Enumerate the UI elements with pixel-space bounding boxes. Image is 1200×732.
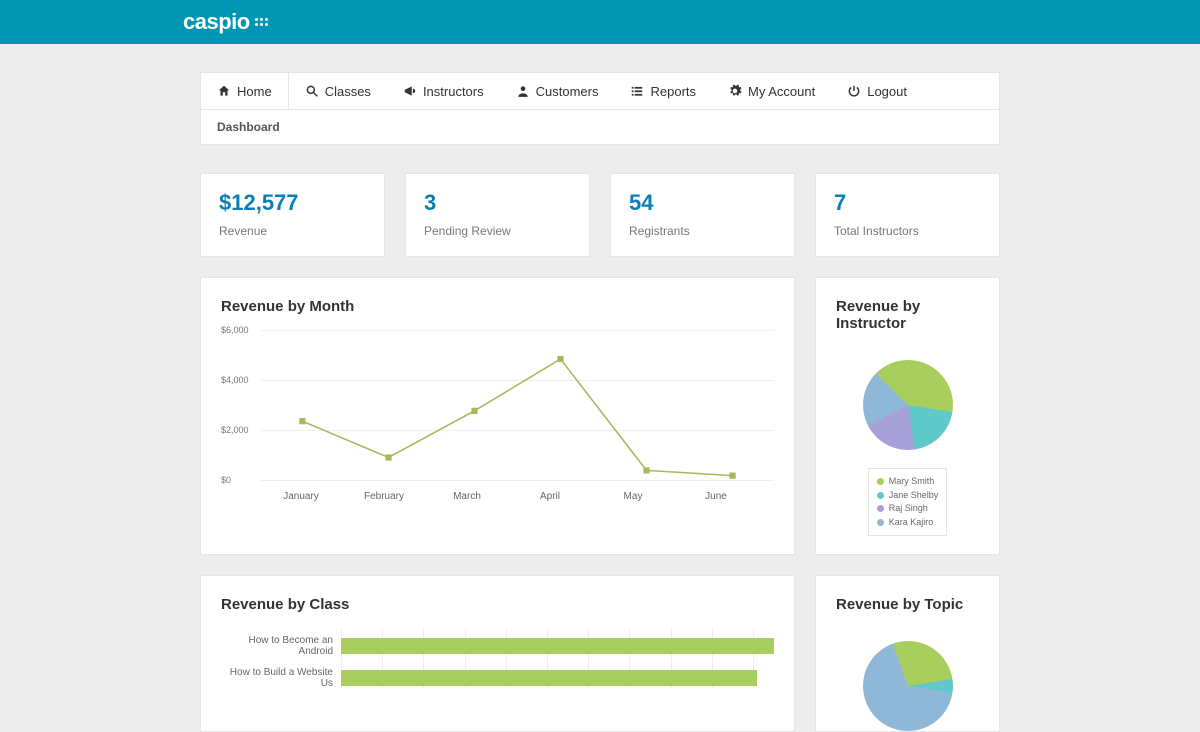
- panel-revenue-by-month: Revenue by Month $0 $2,000 $4,000 $6,000 Jan…: [200, 277, 795, 555]
- swatch-icon: [877, 505, 884, 512]
- bar-fill: [341, 638, 774, 654]
- legend-item: Jane Shelby: [877, 489, 939, 503]
- panel-title: Revenue by Class: [221, 596, 774, 613]
- search-icon: [305, 84, 319, 98]
- bar-track: [341, 670, 774, 686]
- tab-logout[interactable]: Logout: [831, 73, 923, 109]
- stats-row: $12,577 Revenue 3 Pending Review 54 Registran…: [200, 173, 1000, 257]
- stat-card: 54 Registrants: [610, 173, 795, 257]
- panel-title: Revenue by Instructor: [836, 298, 979, 332]
- stat-label: Revenue: [219, 224, 366, 238]
- panel-revenue-by-instructor: Revenue by Instructor Mary SmithJane She…: [815, 277, 1000, 555]
- tab-label: Instructors: [423, 84, 484, 99]
- brand-dots-icon: [254, 17, 270, 27]
- tab-label: Classes: [325, 84, 371, 99]
- stat-card: 3 Pending Review: [405, 173, 590, 257]
- app-header: caspio: [0, 0, 1200, 44]
- tab-label: Reports: [650, 84, 696, 99]
- home-icon: [217, 84, 231, 98]
- y-tick-label: $0: [221, 475, 231, 485]
- tab-reports[interactable]: Reports: [614, 73, 712, 109]
- tab-home[interactable]: Home: [200, 72, 289, 109]
- swatch-icon: [877, 492, 884, 499]
- person-icon: [516, 84, 530, 98]
- x-tick-label: January: [283, 491, 319, 502]
- pie-chart: [863, 360, 953, 450]
- x-tick-label: March: [453, 491, 481, 502]
- stat-value: 7: [834, 190, 981, 216]
- list-icon: [630, 84, 644, 98]
- tab-label: Logout: [867, 84, 907, 99]
- tab-my-account[interactable]: My Account: [712, 73, 831, 109]
- stat-card: $12,577 Revenue: [200, 173, 385, 257]
- gear-icon: [728, 84, 742, 98]
- stat-label: Pending Review: [424, 224, 571, 238]
- bar-row: How to Become an Android: [221, 635, 774, 657]
- panel-revenue-by-topic: Revenue by Topic: [815, 575, 1000, 732]
- x-tick-label: February: [364, 491, 404, 502]
- bar-chart: How to Become an Android How to Build a W…: [221, 635, 774, 689]
- line-chart: $0 $2,000 $4,000 $6,000 January February March…: [221, 327, 774, 502]
- brand-logo: caspio: [183, 9, 270, 35]
- stat-label: Registrants: [629, 224, 776, 238]
- stat-label: Total Instructors: [834, 224, 981, 238]
- bar-label: How to Build a Website Us: [221, 667, 341, 689]
- legend-item: Mary Smith: [877, 475, 939, 489]
- power-icon: [847, 84, 861, 98]
- pie-chart: [863, 641, 953, 731]
- stat-value: 3: [424, 190, 571, 216]
- panel-title: Revenue by Topic: [836, 596, 979, 613]
- tab-label: Home: [237, 84, 272, 99]
- breadcrumb: Dashboard: [200, 110, 1000, 145]
- y-tick-label: $6,000: [221, 325, 249, 335]
- legend-label: Raj Singh: [889, 502, 928, 516]
- legend-label: Kara Kajiro: [889, 516, 934, 530]
- brand-text: caspio: [183, 9, 250, 35]
- x-tick-label: April: [540, 491, 560, 502]
- y-tick-label: $4,000: [221, 375, 249, 385]
- swatch-icon: [877, 478, 884, 485]
- legend-item: Raj Singh: [877, 502, 939, 516]
- legend: Mary SmithJane ShelbyRaj SinghKara Kajir…: [868, 468, 948, 536]
- tab-label: My Account: [748, 84, 815, 99]
- stat-value: 54: [629, 190, 776, 216]
- legend-label: Mary Smith: [889, 475, 935, 489]
- y-tick-label: $2,000: [221, 425, 249, 435]
- bar-label: How to Become an Android: [221, 635, 341, 657]
- main-nav: Home Classes Instructors Customers Reports My…: [200, 72, 1000, 110]
- x-tick-label: May: [624, 491, 643, 502]
- megaphone-icon: [403, 84, 417, 98]
- legend-item: Kara Kajiro: [877, 516, 939, 530]
- bar-row: How to Build a Website Us: [221, 667, 774, 689]
- bar-fill: [341, 670, 757, 686]
- tab-instructors[interactable]: Instructors: [387, 73, 500, 109]
- tab-label: Customers: [536, 84, 599, 99]
- panel-revenue-by-class: Revenue by Class How to Become an Androi…: [200, 575, 795, 732]
- tab-customers[interactable]: Customers: [500, 73, 615, 109]
- stat-value: $12,577: [219, 190, 366, 216]
- stat-card: 7 Total Instructors: [815, 173, 1000, 257]
- panel-title: Revenue by Month: [221, 298, 774, 315]
- tab-classes[interactable]: Classes: [289, 73, 387, 109]
- x-tick-label: June: [705, 491, 727, 502]
- bar-track: [341, 638, 774, 654]
- swatch-icon: [877, 519, 884, 526]
- legend-label: Jane Shelby: [889, 489, 939, 503]
